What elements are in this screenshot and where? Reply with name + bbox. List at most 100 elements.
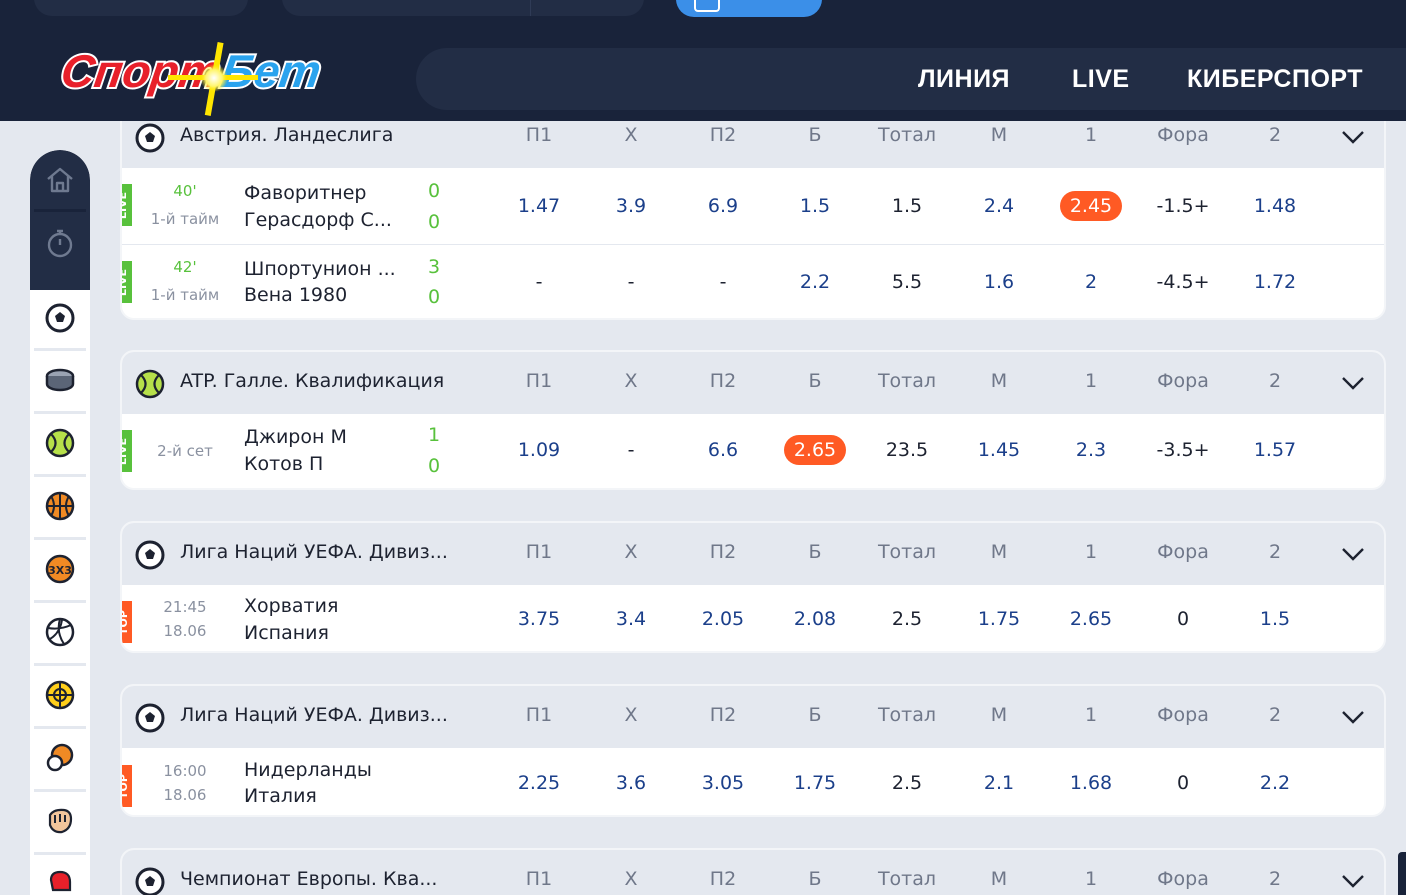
- col-x: X: [624, 704, 638, 726]
- score-home: 1: [427, 424, 441, 446]
- odd-p1[interactable]: 2.25: [499, 772, 579, 794]
- odd-over[interactable]: 2.65: [775, 435, 855, 465]
- odd-h1[interactable]: 2.65: [1051, 608, 1131, 630]
- match-period: 2-й сет: [157, 442, 213, 460]
- col-p1: П1: [525, 868, 553, 890]
- odd-h1[interactable]: 2: [1051, 271, 1131, 293]
- top-search-bar[interactable]: [34, 0, 248, 16]
- odd-p2[interactable]: 6.9: [683, 195, 763, 217]
- team-home: Фаворитнер: [244, 182, 367, 204]
- col-total: Тотал: [877, 868, 937, 890]
- col-total: Тотал: [877, 370, 937, 392]
- chevron-down-icon[interactable]: [1340, 541, 1366, 567]
- col-over: Б: [808, 541, 822, 563]
- odd-over[interactable]: 1.5: [775, 195, 855, 217]
- odd-under[interactable]: 1.75: [959, 608, 1039, 630]
- odd-h2[interactable]: 1.5: [1235, 608, 1315, 630]
- league-header[interactable]: Чемпионат Европы. Ква... П1 X П2 Б Тотал…: [122, 850, 1384, 895]
- col-p2: П2: [709, 868, 737, 890]
- odd-p1[interactable]: 3.75: [499, 608, 579, 630]
- sidebar-football[interactable]: [30, 288, 90, 348]
- sidebar-mma[interactable]: [30, 791, 90, 851]
- odd-h1[interactable]: 2.3: [1051, 439, 1131, 461]
- event-row[interactable]: LIVE 2-й сет Джирон М Котов П 1 0 1.09 -…: [122, 414, 1384, 488]
- sidebar-timer[interactable]: [30, 213, 90, 273]
- col-handicap: Фора: [1157, 704, 1209, 726]
- sidebar-tennis[interactable]: [30, 413, 90, 473]
- col-over: Б: [808, 370, 822, 392]
- event-row[interactable]: LIVE 42' 1-й тайм Шпортунион ... Вена 19…: [122, 244, 1384, 318]
- nav-line[interactable]: ЛИНИЯ: [918, 65, 1010, 94]
- league-header[interactable]: Лига Наций УЕФА. Дивиз... П1 X П2 Б Тота…: [122, 523, 1384, 585]
- odd-under[interactable]: 1.6: [959, 271, 1039, 293]
- odd-under[interactable]: 2.4: [959, 195, 1039, 217]
- odd-over[interactable]: 2.2: [775, 271, 855, 293]
- odd-handicap-line: 0: [1176, 772, 1190, 794]
- logo-word-bet: Бет: [218, 45, 324, 97]
- odd-p1[interactable]: 1.47: [499, 195, 579, 217]
- sidebar-home[interactable]: [30, 150, 90, 210]
- odd-p2[interactable]: 3.05: [683, 772, 763, 794]
- odd-over[interactable]: 1.75: [775, 772, 855, 794]
- col-total: Тотал: [877, 704, 937, 726]
- event-row[interactable]: TOP 21:45 18.06 Хорватия Испания 3.75 3.…: [122, 585, 1384, 651]
- chevron-down-icon[interactable]: [1340, 704, 1366, 730]
- odd-under[interactable]: 1.45: [959, 439, 1039, 461]
- football-icon: [45, 303, 75, 333]
- match-date: 18.06: [163, 622, 207, 640]
- event-row[interactable]: TOP 16:00 18.06 Нидерланды Италия 2.25 3…: [122, 749, 1384, 815]
- top-badge: TOP: [122, 765, 132, 807]
- col-h1: 1: [1084, 704, 1098, 726]
- chevron-down-icon[interactable]: [1340, 124, 1366, 150]
- col-handicap: Фора: [1157, 868, 1209, 890]
- odd-h2[interactable]: 1.72: [1235, 271, 1315, 293]
- football-icon: [135, 123, 165, 153]
- odd-h1[interactable]: 1.68: [1051, 772, 1131, 794]
- col-total: Тотал: [877, 541, 937, 563]
- odd-h2[interactable]: 1.48: [1235, 195, 1315, 217]
- odd-h1[interactable]: 2.45: [1051, 191, 1131, 221]
- odd-h2[interactable]: 2.2: [1235, 772, 1315, 794]
- col-handicap: Фора: [1157, 124, 1209, 146]
- nav-live[interactable]: LIVE: [1072, 65, 1130, 94]
- col-p2: П2: [709, 704, 737, 726]
- sports-sidebar: 3X3: [30, 150, 90, 895]
- odd-p2[interactable]: 6.6: [683, 439, 763, 461]
- sidebar-basketball[interactable]: [30, 476, 90, 536]
- odd-p2[interactable]: 2.05: [683, 608, 763, 630]
- league-card: Чемпионат Европы. Ква... П1 X П2 Б Тотал…: [120, 848, 1386, 895]
- team-home: Джирон М: [244, 426, 347, 448]
- odd-p1: -: [535, 271, 543, 293]
- league-card: Австрия. Ландеслига П1 X П2 Б Тотал М 1 …: [120, 104, 1386, 320]
- deposit-button[interactable]: [676, 0, 822, 17]
- league-header[interactable]: ATP. Галле. Квалификация П1 X П2 Б Тотал…: [122, 352, 1384, 414]
- chevron-down-icon[interactable]: [1340, 868, 1366, 894]
- col-x: X: [624, 541, 638, 563]
- team-home: Нидерланды: [244, 759, 372, 781]
- odd-over[interactable]: 2.08: [775, 608, 855, 630]
- odd-x[interactable]: 3.4: [591, 608, 671, 630]
- sportbet-logo[interactable]: Спорт Бет: [58, 40, 358, 120]
- sidebar-hockey[interactable]: [30, 350, 90, 410]
- sidebar-basketball-3x3[interactable]: 3X3: [30, 539, 90, 599]
- match-time: 16:00: [163, 762, 207, 780]
- basketball-3x3-icon: 3X3: [45, 554, 75, 584]
- odd-under[interactable]: 2.1: [959, 772, 1039, 794]
- odd-x: -: [627, 271, 635, 293]
- odd-h2[interactable]: 1.57: [1235, 439, 1315, 461]
- team-home: Шпортунион ...: [244, 258, 396, 280]
- sidebar-table-tennis[interactable]: [30, 728, 90, 788]
- odd-x[interactable]: 3.9: [591, 195, 671, 217]
- top-account-bar[interactable]: [282, 0, 644, 16]
- sidebar-boxing[interactable]: [30, 854, 90, 895]
- chevron-down-icon[interactable]: [1340, 370, 1366, 396]
- sidebar-handball[interactable]: [30, 665, 90, 725]
- col-over: Б: [808, 124, 822, 146]
- odd-p1[interactable]: 1.09: [499, 439, 579, 461]
- sidebar-volleyball[interactable]: [30, 602, 90, 662]
- scrollbar-thumb[interactable]: [1398, 852, 1406, 895]
- odd-x[interactable]: 3.6: [591, 772, 671, 794]
- event-row[interactable]: LIVE 40' 1-й тайм Фаворитнер Герасдорф С…: [122, 168, 1384, 243]
- league-header[interactable]: Лига Наций УЕФА. Дивиз... П1 X П2 Б Тота…: [122, 686, 1384, 748]
- nav-esports[interactable]: КИБЕРСПОРТ: [1187, 65, 1363, 94]
